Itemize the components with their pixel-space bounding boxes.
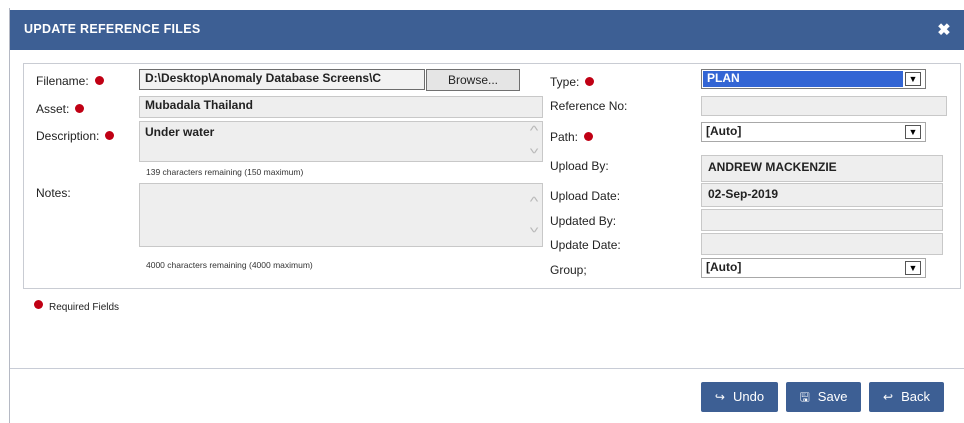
footer-divider [10, 368, 964, 369]
undo-button[interactable]: ↪ Undo [701, 382, 778, 412]
type-select[interactable]: PLAN ▼ [701, 69, 926, 89]
scroll-down-icon[interactable]: ^ [530, 220, 539, 235]
description-hint: 139 characters remaining (150 maximum) [146, 167, 304, 177]
updated-by-label: Updated By: [550, 214, 617, 228]
update-date-field [701, 233, 943, 255]
chevron-down-icon: ▼ [905, 72, 921, 86]
required-dot [94, 76, 104, 85]
scroll-down-icon[interactable]: ^ [530, 141, 539, 156]
scroll-up-icon[interactable]: ^ [530, 123, 539, 138]
chevron-down-icon: ▼ [905, 125, 921, 139]
required-dot [105, 131, 115, 140]
notes-textarea[interactable]: ^ ^ [139, 183, 543, 247]
updated-by-field [701, 209, 943, 231]
group-value: [Auto] [706, 260, 742, 274]
back-button[interactable]: ↩ Back [869, 382, 944, 412]
filename-label: Filename: [36, 74, 104, 88]
reference-no-label: Reference No: [550, 99, 628, 113]
dialog-header: UPDATE REFERENCE FILES ✖ [10, 10, 964, 50]
description-label: Description: [36, 129, 115, 143]
type-label: Type: [550, 75, 595, 89]
window-frame-left [9, 8, 10, 423]
upload-by-label: Upload By: [550, 159, 609, 173]
back-label: Back [901, 389, 930, 404]
notes-label: Notes: [36, 186, 71, 200]
scroll-up-icon[interactable]: ^ [530, 194, 539, 209]
path-label: Path: [550, 130, 594, 144]
close-button[interactable]: ✖ [934, 21, 954, 41]
chevron-down-icon: ▼ [905, 261, 921, 275]
dialog-title: UPDATE REFERENCE FILES [24, 22, 201, 36]
group-select[interactable]: [Auto] ▼ [701, 258, 926, 278]
upload-date-label: Upload Date: [550, 189, 621, 203]
upload-by-field: ANDREW MACKENZIE [701, 155, 943, 182]
undo-icon: ↪ [714, 390, 725, 404]
upload-date-field: 02-Sep-2019 [701, 183, 943, 207]
path-select[interactable]: [Auto] ▼ [701, 122, 926, 142]
required-legend-label: Required Fields [49, 302, 120, 313]
undo-label: Undo [732, 389, 765, 404]
notes-hint: 4000 characters remaining (4000 maximum) [146, 260, 313, 270]
description-value: Under water [145, 125, 215, 139]
required-dot [584, 132, 594, 141]
browse-button[interactable]: Browse... [426, 69, 520, 91]
back-icon: ↩ [883, 390, 894, 404]
save-label: Save [817, 389, 848, 404]
type-value: PLAN [703, 71, 903, 87]
description-textarea[interactable]: Under water ^ ^ [139, 121, 543, 162]
asset-label: Asset: [36, 102, 85, 116]
close-icon: ✖ [937, 22, 951, 39]
group-label: Group; [550, 263, 587, 277]
required-dot [34, 300, 43, 309]
update-date-label: Update Date: [550, 238, 621, 252]
required-dot [75, 104, 85, 113]
required-dot [585, 77, 595, 86]
filename-input[interactable]: D:\Desktop\Anomaly Database Screens\C [139, 69, 425, 90]
asset-field[interactable]: Mubadala Thailand [139, 96, 543, 118]
path-value: [Auto] [706, 124, 742, 138]
required-legend: Required Fields [34, 300, 119, 313]
reference-no-field[interactable] [701, 96, 947, 116]
save-button[interactable]: 🖫 Save [786, 382, 861, 412]
save-icon: 🖫 [799, 390, 810, 404]
